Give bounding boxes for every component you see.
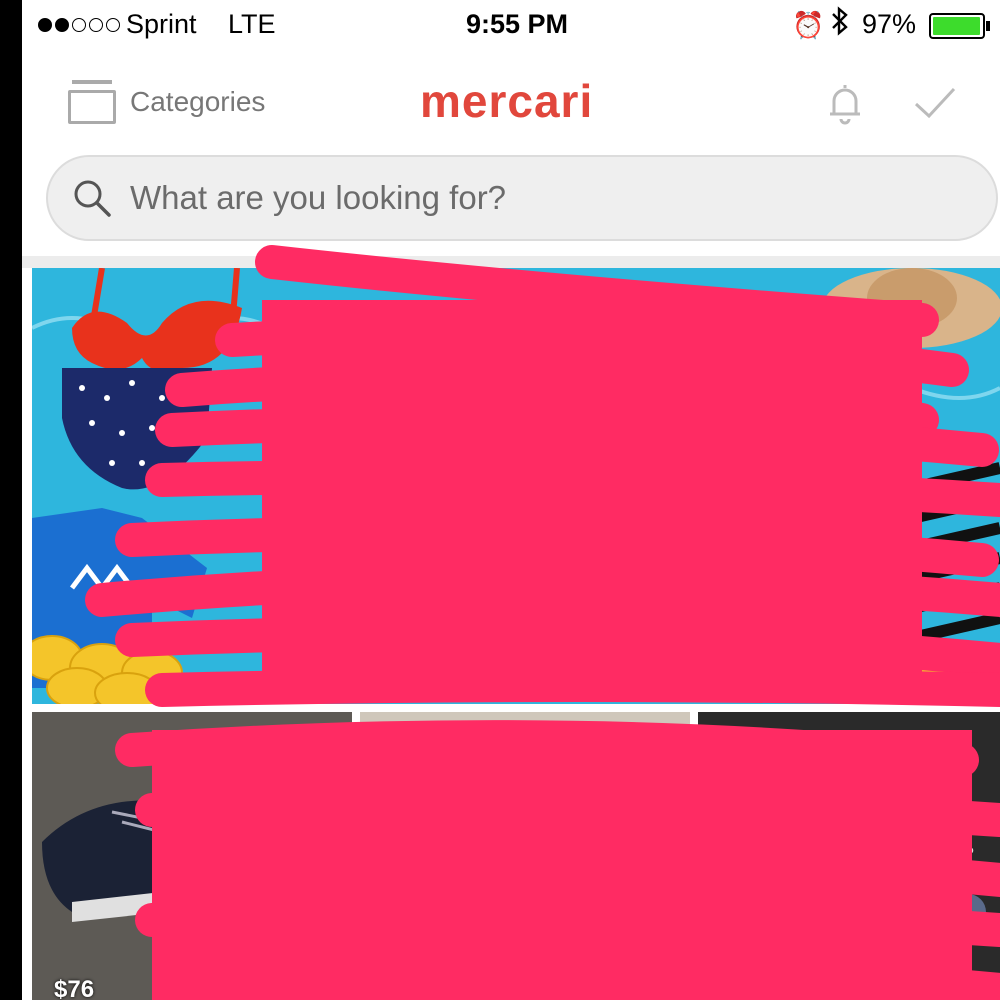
bell-icon[interactable] bbox=[822, 80, 868, 126]
item-card-sneakers[interactable]: $76 bbox=[32, 712, 352, 1000]
bluetooth-icon bbox=[830, 6, 850, 43]
alarm-icon: ⏰ bbox=[792, 10, 825, 40]
network-type: LTE bbox=[228, 9, 276, 39]
section-divider bbox=[22, 256, 1000, 268]
app-screen: Sprint LTE 9:55 PM ⏰ 97% Categories merc… bbox=[22, 0, 1000, 1000]
categories-label: Categories bbox=[130, 86, 266, 117]
item-price: $76 bbox=[54, 976, 95, 1000]
status-time: 9:55 PM bbox=[466, 9, 569, 39]
search-input[interactable]: What are you looking for? bbox=[46, 155, 998, 241]
item-card-bride[interactable]: Bride bbox=[698, 712, 1000, 1000]
item-caption: Bride bbox=[908, 838, 975, 866]
battery-percent: 97% bbox=[862, 9, 917, 39]
checkmark-icon[interactable] bbox=[912, 80, 958, 126]
mercari-logo[interactable]: mercari bbox=[420, 74, 593, 128]
categories-icon bbox=[68, 78, 116, 126]
signal-strength-icon bbox=[38, 18, 120, 32]
banner-artwork bbox=[32, 268, 1000, 704]
search-icon bbox=[74, 180, 111, 217]
item-photo bbox=[32, 712, 352, 1000]
categories-button[interactable]: Categories bbox=[68, 78, 265, 126]
item-photo bbox=[360, 712, 690, 1000]
app-header: Categories mercari bbox=[22, 50, 1000, 155]
carrier-name: Sprint bbox=[126, 9, 197, 39]
status-bar: Sprint LTE 9:55 PM ⏰ 97% bbox=[22, 0, 1000, 50]
item-card-handbag[interactable] bbox=[360, 712, 690, 1000]
promo-banner[interactable] bbox=[32, 268, 1000, 704]
search-placeholder: What are you looking for? bbox=[130, 179, 507, 216]
battery-icon bbox=[929, 13, 985, 39]
